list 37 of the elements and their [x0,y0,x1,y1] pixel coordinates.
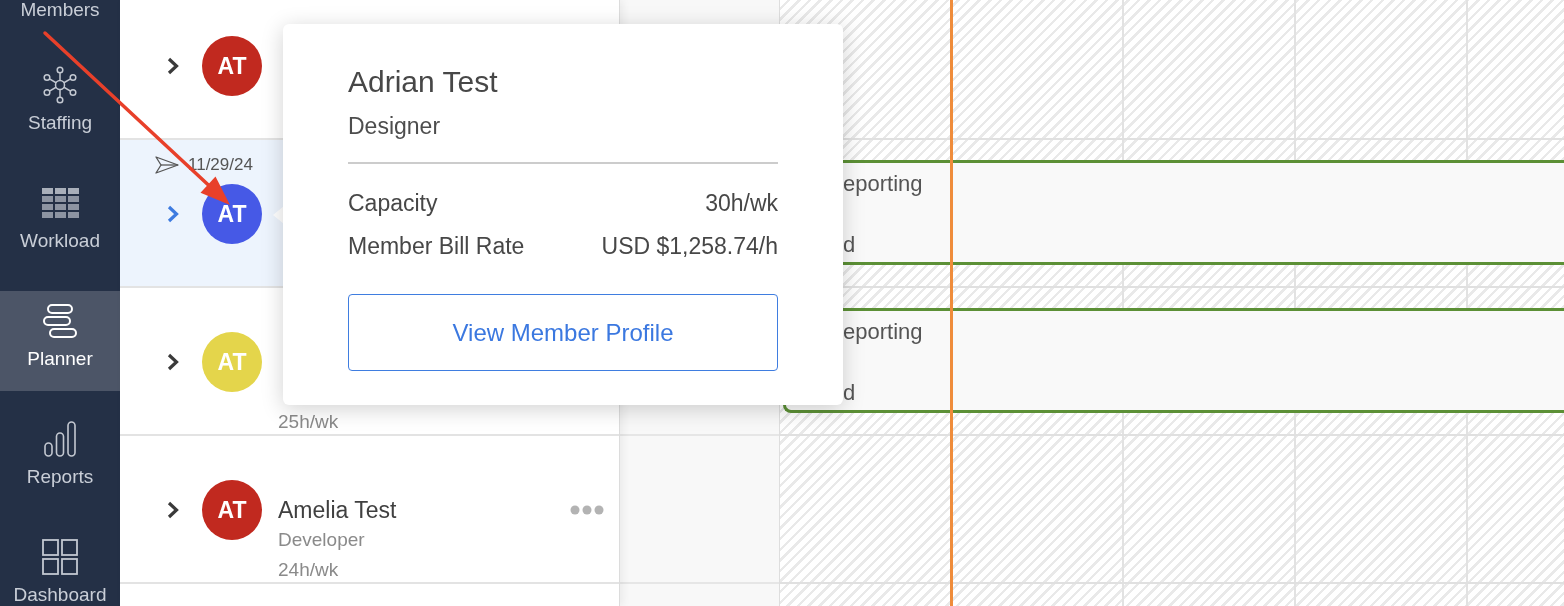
task-detail: d [843,379,856,407]
paper-plane-icon [155,156,179,174]
avatar[interactable]: AT [202,184,262,244]
sent-date: 11/29/24 [188,155,253,175]
bar-chart-icon [43,421,77,457]
task-detail: d [843,231,856,259]
popover-member-role: Designer [348,112,441,141]
field-value: 30h/wk [705,189,778,218]
member-row[interactable]: AT Amelia Test Developer 24h/wk [120,436,619,584]
field-label: Capacity [348,189,438,218]
nav-item[interactable]: Workload [0,173,120,273]
dashboard-icon [42,539,78,575]
stacked-bars-icon [42,304,78,338]
nav-item[interactable]: Staffing [0,55,120,155]
field-value: USD $1,258.74/h [601,232,778,261]
nav-item[interactable]: Planner [0,291,120,391]
view-profile-button[interactable]: View Member Profile [348,294,778,371]
member-capacity: 25h/wk [278,410,339,434]
task-bar[interactable]: eporting d [783,308,1564,413]
chevron-right-icon[interactable] [166,57,179,75]
avatar[interactable]: AT [202,480,262,540]
chevron-right-icon[interactable] [166,353,179,371]
chevron-right-icon[interactable] [166,501,179,519]
popover-member-name: Adrian Test [348,64,498,100]
avatar[interactable]: AT [202,36,262,96]
network-icon [41,66,79,104]
member-name: Amelia Test [278,496,397,524]
grid-icon [41,188,79,218]
nav-item[interactable]: Reports [0,409,120,509]
ellipsis-icon [570,505,604,515]
member-capacity: 24h/wk [278,558,339,582]
nav-item[interactable]: Dashboard [0,527,120,606]
field-label: Member Bill Rate [348,232,525,261]
task-title: eporting [843,318,923,346]
nav-item[interactable]: Members [0,0,120,37]
member-role: Developer [278,528,365,552]
task-title: eporting [843,170,923,198]
